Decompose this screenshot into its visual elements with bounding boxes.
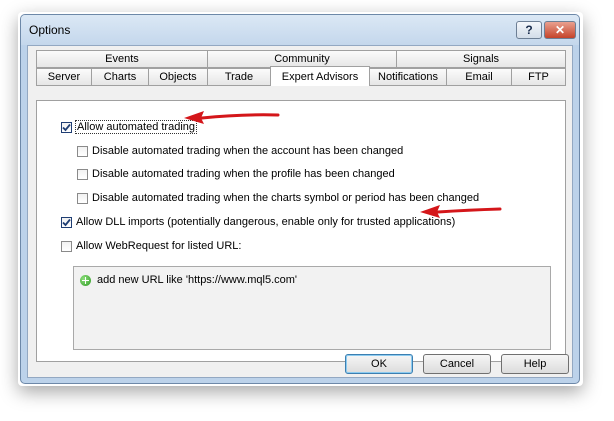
expert-advisors-panel: Allow automated trading Disable automate… [36,100,566,362]
tab-label: Expert Advisors [281,70,359,83]
arrow-annotation-automated-trading [184,111,280,124]
cancel-button[interactable]: Cancel [423,354,491,374]
add-icon[interactable] [80,274,91,286]
window-title: Options [29,23,71,37]
help-title-button[interactable]: ? [516,21,542,39]
allow-automated-trading-checkbox[interactable] [61,121,72,133]
tab-label: FTP [528,71,549,83]
title-bar[interactable]: Options ? ✕ [21,15,579,45]
tab-label: Community [274,53,330,65]
disable-profile-changed-checkbox[interactable] [77,168,88,180]
ok-button[interactable]: OK [345,354,413,374]
disable-account-changed-checkbox[interactable] [77,145,88,157]
question-icon: ? [525,23,533,37]
help-label: Help [523,358,547,370]
tab-label: Notifications [378,71,438,83]
disable-symbol-changed-checkbox[interactable] [77,192,88,204]
tab-label: Trade [224,71,254,83]
tab-server[interactable]: Server [36,68,92,86]
cancel-label: Cancel [439,358,475,370]
add-url-row[interactable]: add new URL like 'https://www.mql5.com' [80,274,297,286]
ok-label: OK [371,358,387,370]
tab-objects[interactable]: Objects [148,68,208,86]
tab-ftp[interactable]: FTP [511,68,566,86]
tab-notifications[interactable]: Notifications [369,68,447,86]
tab-label: Events [105,53,139,65]
tab-label: Server [47,71,81,83]
allow-automated-trading-label: Allow automated trading [74,120,198,134]
tab-signals[interactable]: Signals [396,50,566,68]
tab-email[interactable]: Email [446,68,512,86]
tab-trade[interactable]: Trade [207,68,271,86]
disable-account-changed-label: Disable automated trading when the accou… [92,145,404,157]
options-dialog: Options ? ✕ Events Community Signals Ser… [20,14,580,384]
tab-label: Objects [159,71,197,83]
url-list-box[interactable]: add new URL like 'https://www.mql5.com' [73,266,551,350]
allow-automated-trading-option[interactable]: Allow automated trading [61,119,198,135]
allow-dll-imports-option[interactable]: Allow DLL imports (potentially dangerous… [61,214,455,230]
tab-charts[interactable]: Charts [91,68,149,86]
close-icon: ✕ [554,23,566,37]
tab-expert-advisors[interactable]: Expert Advisors [270,66,370,86]
allow-dll-imports-label: Allow DLL imports (potentially dangerous… [76,216,456,228]
tab-label: Charts [103,71,137,83]
disable-account-changed-option[interactable]: Disable automated trading when the accou… [77,143,403,159]
tab-label: Signals [462,53,500,65]
checkmark-icon [62,123,71,131]
close-button[interactable]: ✕ [544,21,576,39]
allow-webrequest-checkbox[interactable] [61,240,72,252]
arrow-annotation-dll-imports [420,205,502,218]
help-button[interactable]: Help [501,354,569,374]
tab-label: Email [465,71,493,83]
checkmark-icon [62,218,71,226]
tab-events[interactable]: Events [36,50,208,68]
disable-profile-changed-label: Disable automated trading when the profi… [92,168,395,180]
allow-webrequest-option[interactable]: Allow WebRequest for listed URL: [61,238,241,254]
disable-profile-changed-option[interactable]: Disable automated trading when the profi… [77,166,395,182]
allow-dll-imports-checkbox[interactable] [61,216,72,228]
allow-webrequest-label: Allow WebRequest for listed URL: [76,240,242,252]
add-url-text: add new URL like 'https://www.mql5.com' [97,274,298,286]
